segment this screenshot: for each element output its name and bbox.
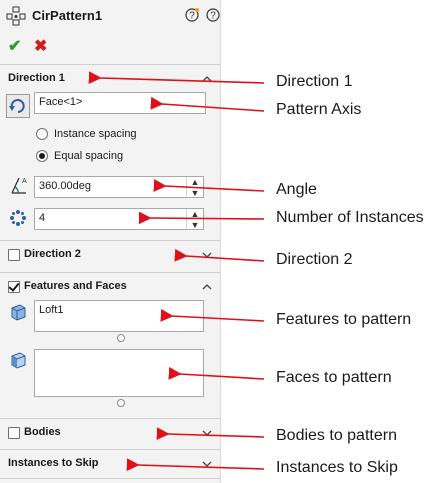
arrow-features — [160, 309, 265, 322]
arrow-instances — [138, 211, 265, 225]
arrow-instances-to-skip — [126, 458, 265, 472]
annotation-label: Bodies to pattern — [276, 427, 397, 444]
annotation-arrows — [88, 71, 265, 472]
annotation-label: Pattern Axis — [276, 101, 362, 118]
arrow-bodies — [156, 427, 265, 441]
annotation-label: Direction 2 — [276, 251, 353, 268]
annotation-label: Features to pattern — [276, 311, 412, 328]
arrow-pattern-axis — [150, 96, 265, 112]
annotation-label: Instances to Skip — [276, 459, 398, 476]
arrow-faces — [168, 366, 265, 380]
annotation-label: Angle — [276, 181, 317, 198]
annotation-label: Faces to pattern — [276, 369, 392, 386]
arrow-direction1 — [88, 71, 265, 85]
annotation-label: Direction 1 — [276, 73, 353, 90]
annotation-label: Number of Instances — [276, 209, 424, 226]
arrow-angle — [153, 179, 265, 192]
arrow-direction2 — [174, 248, 265, 262]
